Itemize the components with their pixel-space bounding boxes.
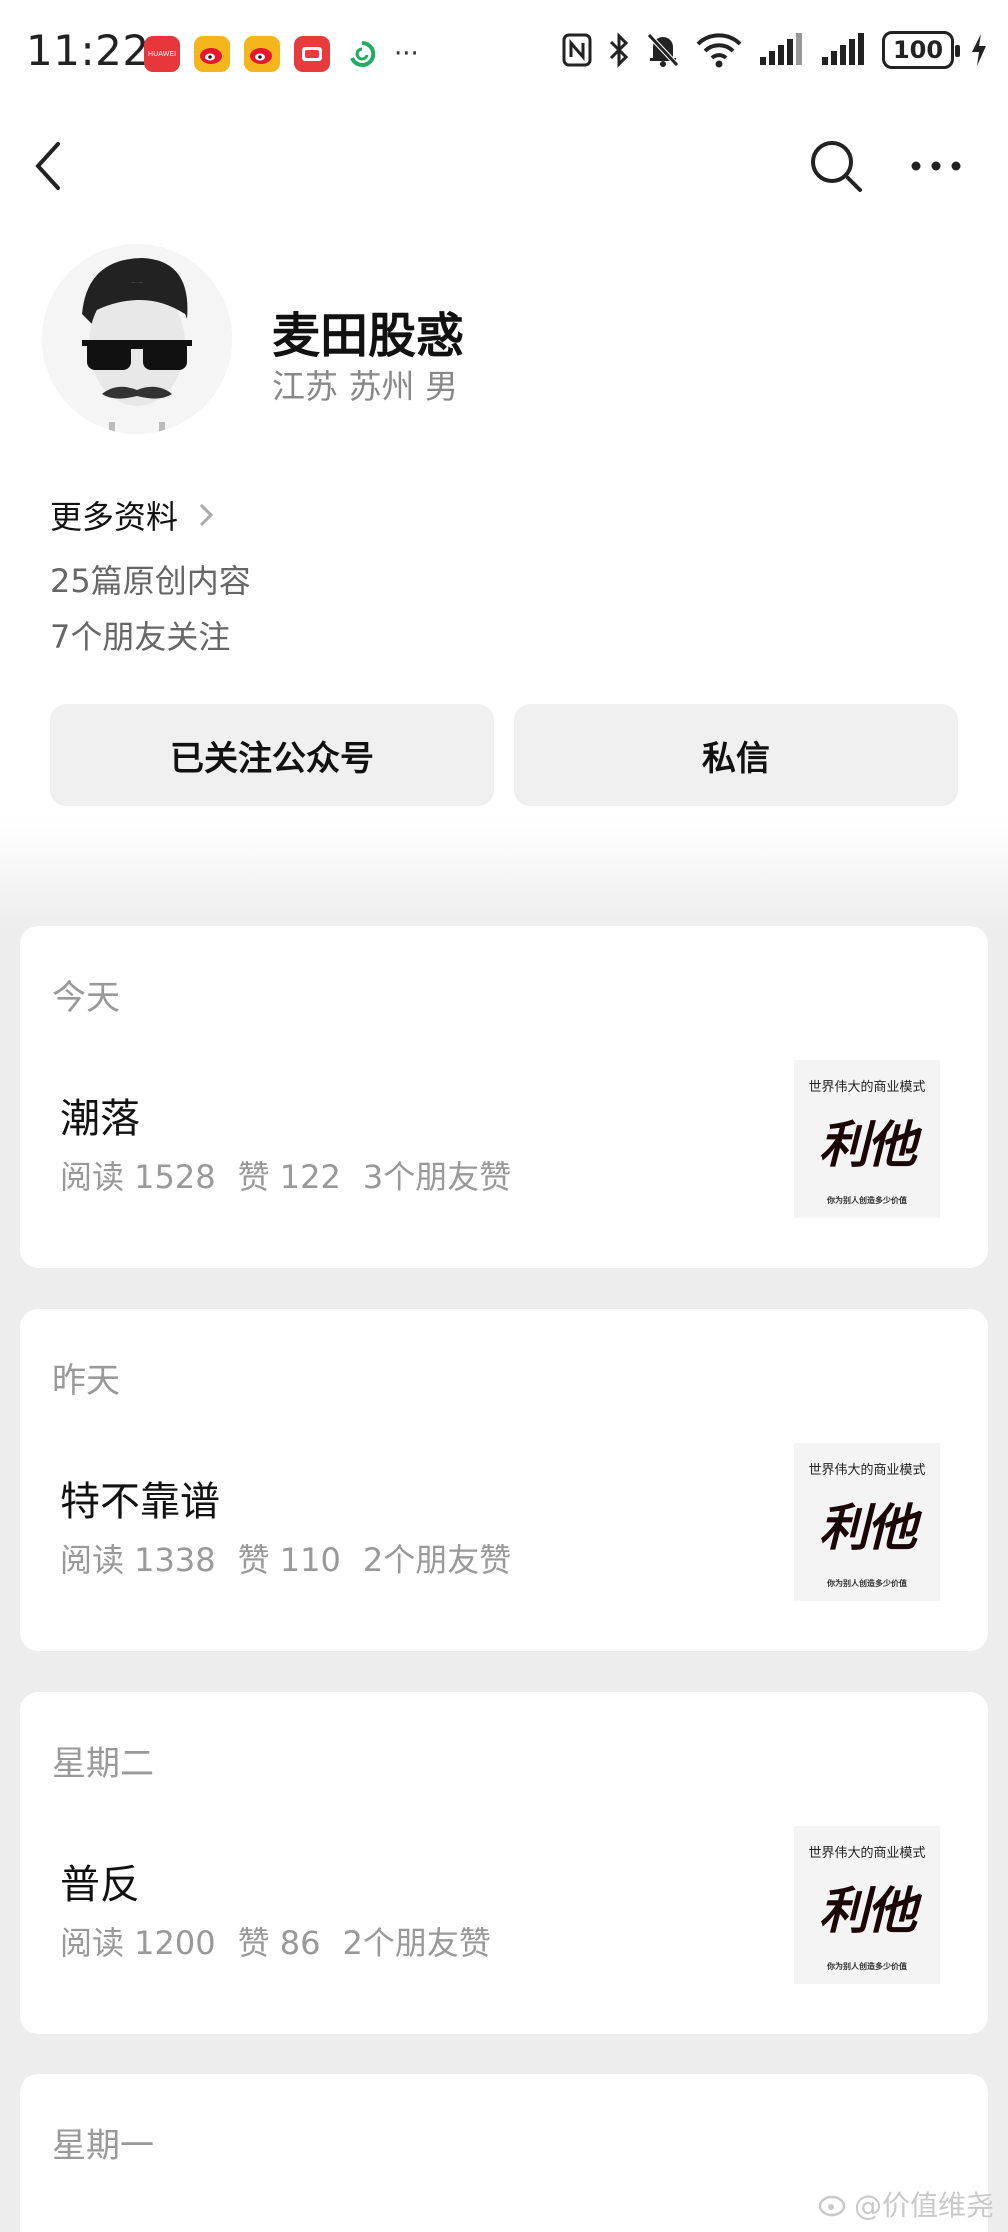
- signal-icon: [758, 30, 804, 70]
- more-options-button[interactable]: [908, 146, 964, 186]
- article-title[interactable]: 潮落: [60, 1086, 140, 1144]
- thumbnail-subcaption: 你为别人创造多少价值: [827, 1196, 907, 1205]
- mute-bell-icon: [646, 30, 680, 70]
- profile-name: 麦田股惑: [272, 308, 465, 364]
- friend-like-count: 2个朋友赞: [342, 1924, 491, 1962]
- read-count: 阅读 1338: [60, 1541, 216, 1579]
- notification-icons: HUAWEI ···: [144, 36, 419, 72]
- more-notifications-icon: ···: [394, 39, 419, 69]
- watermark: @价值维尧: [818, 2184, 994, 2224]
- thumbnail-caption: 世界伟大的商业模式: [808, 1080, 926, 1095]
- weibo-watermark-icon: [818, 2195, 846, 2217]
- back-button[interactable]: [28, 140, 72, 192]
- more-dots-icon: [911, 161, 961, 171]
- status-time: 11:22: [26, 26, 150, 75]
- battery-indicator: 100: [882, 31, 960, 69]
- thumbnail-subcaption: 你为别人创造多少价值: [827, 1579, 907, 1588]
- friend-like-count: 2个朋友赞: [362, 1541, 512, 1579]
- article-date: 今天: [52, 978, 120, 1018]
- article-card[interactable]: 昨天 特不靠谱 阅读 1338 赞 110 2个朋友赞 世界伟大的商业模式 利他…: [20, 1309, 988, 1651]
- article-card[interactable]: 星期二 普反 阅读 1200 赞 86 2个朋友赞 世界伟大的商业模式 利他 你…: [20, 1692, 988, 2034]
- nfc-icon: [562, 30, 592, 70]
- wifi-icon: [696, 30, 742, 70]
- article-title[interactable]: 普反: [60, 1852, 140, 1910]
- article-date: 星期一: [52, 2126, 154, 2166]
- avatar-image: [42, 244, 232, 434]
- search-icon: [811, 141, 862, 192]
- followed-account-button[interactable]: 已关注公众号: [50, 704, 494, 806]
- article-stats: 阅读 1338 赞 110 2个朋友赞: [60, 1535, 511, 1581]
- avatar[interactable]: [42, 244, 232, 434]
- weibo-icon: [194, 36, 230, 72]
- system-icons: 100: [562, 30, 988, 70]
- like-count: 赞 122: [237, 1158, 341, 1196]
- watermark-text: @价值维尧: [853, 2189, 994, 2222]
- weibo-icon: [244, 36, 280, 72]
- read-count: 阅读 1200: [60, 1924, 216, 1962]
- friends-follow-count[interactable]: 7个朋友关注: [50, 612, 230, 658]
- huawei-store-icon: HUAWEI: [144, 36, 180, 72]
- like-count: 赞 86: [237, 1924, 321, 1962]
- thumbnail-subcaption: 你为别人创造多少价值: [827, 1962, 907, 1971]
- signal-icon: [820, 30, 866, 70]
- article-date: 星期二: [52, 1744, 154, 1784]
- article-thumbnail[interactable]: 世界伟大的商业模式 利他 你为别人创造多少价值: [794, 1826, 940, 1984]
- like-count: 赞 110: [237, 1541, 341, 1579]
- thumbnail-caption: 世界伟大的商业模式: [808, 1463, 926, 1478]
- more-info-label: 更多资料: [50, 498, 179, 536]
- red-app-icon: [294, 36, 330, 72]
- thumbnail-caption: 世界伟大的商业模式: [808, 1846, 926, 1861]
- article-title[interactable]: 特不靠谱: [60, 1469, 220, 1527]
- article-thumbnail[interactable]: 世界伟大的商业模式 利他 你为别人创造多少价值: [794, 1443, 940, 1601]
- article-stats: 阅读 1528 赞 122 3个朋友赞: [60, 1152, 511, 1198]
- search-button[interactable]: [808, 138, 864, 194]
- private-message-button[interactable]: 私信: [514, 704, 958, 806]
- more-info-link[interactable]: 更多资料: [50, 492, 216, 538]
- read-count: 阅读 1528: [60, 1158, 216, 1196]
- article-stats: 阅读 1200 赞 86 2个朋友赞: [60, 1918, 491, 1964]
- charging-icon: [970, 30, 988, 70]
- friend-like-count: 3个朋友赞: [362, 1158, 512, 1196]
- chevron-right-icon: [199, 503, 214, 527]
- thumbnail-headline: 利他: [819, 1498, 917, 1557]
- profile-location: 江苏 苏州 男: [272, 367, 458, 406]
- status-bar: 11:22 HUAWEI ··· 100: [0, 0, 1008, 110]
- thumbnail-headline: 利他: [819, 1881, 917, 1940]
- thumbnail-headline: 利他: [819, 1115, 917, 1174]
- chevron-left-icon: [35, 142, 60, 190]
- bluetooth-icon: [608, 30, 630, 70]
- green-app-icon: [344, 36, 380, 72]
- article-card[interactable]: 今天 潮落 阅读 1528 赞 122 3个朋友赞 世界伟大的商业模式 利他 你…: [20, 926, 988, 1268]
- article-date: 昨天: [52, 1361, 120, 1401]
- article-thumbnail[interactable]: 世界伟大的商业模式 利他 你为别人创造多少价值: [794, 1060, 940, 1218]
- article-count[interactable]: 25篇原创内容: [50, 556, 251, 602]
